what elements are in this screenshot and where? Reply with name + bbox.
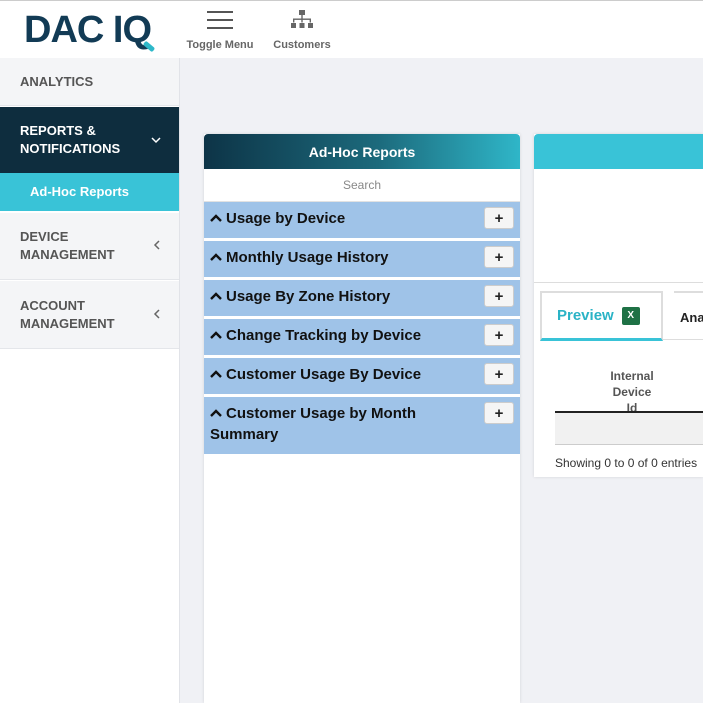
sidebar-item-label: ACCOUNT MANAGEMENT: [20, 297, 115, 331]
report-item[interactable]: Customer Usage By Device +: [204, 358, 520, 397]
search-input[interactable]: [204, 169, 520, 202]
table-empty-row: [555, 413, 703, 445]
report-label: Monthly Usage History: [226, 249, 389, 266]
adhoc-reports-panel: Ad-Hoc Reports Usage by Device + Monthly…: [204, 134, 520, 703]
toggle-menu-label: Toggle Menu: [186, 39, 254, 51]
sidebar-item-analytics[interactable]: ANALYTICS: [0, 58, 179, 106]
tab-analysis-label: Ana: [680, 309, 703, 325]
caret-up-icon: [210, 364, 222, 385]
excel-icon[interactable]: X: [621, 306, 640, 325]
toggle-menu-button[interactable]: Toggle Menu: [186, 1, 254, 59]
org-chart-icon: [290, 1, 314, 39]
report-item[interactable]: Usage By Zone History +: [204, 280, 520, 319]
add-report-button[interactable]: +: [484, 285, 514, 307]
report-item[interactable]: Customer Usage by Month Summary +: [204, 397, 520, 457]
report-item[interactable]: Change Tracking by Device +: [204, 319, 520, 358]
table-footer-info: Showing 0 to 0 of 0 entries: [555, 456, 698, 470]
tab-underline: [663, 339, 703, 340]
tab-preview[interactable]: Preview X: [540, 291, 663, 341]
report-label: Usage By Zone History: [226, 288, 391, 305]
caret-up-icon: [210, 325, 222, 346]
chevron-down-icon: [151, 133, 161, 147]
chevron-left-icon: [153, 239, 161, 253]
tab-analysis[interactable]: Ana: [674, 291, 703, 341]
tab-preview-label: Preview: [557, 307, 614, 324]
hamburger-icon: [207, 1, 233, 39]
dac-iq-logo[interactable]: DAC IQ: [24, 8, 156, 53]
add-report-button[interactable]: +: [484, 402, 514, 424]
sidebar-item-label: DEVICE MANAGEMENT: [20, 229, 115, 262]
sidebar-item-account-management[interactable]: ACCOUNT MANAGEMENT: [0, 281, 179, 349]
top-bar: DAC IQ Toggle Menu Customers: [0, 0, 703, 58]
panel-title: Ad-Hoc Reports: [204, 134, 520, 169]
sidebar-item-reports-notifications[interactable]: REPORTS & NOTIFICATIONS: [0, 107, 179, 173]
sidebar-item-label: ANALYTICS: [20, 73, 94, 89]
add-report-button[interactable]: +: [484, 363, 514, 385]
add-report-button[interactable]: +: [484, 324, 514, 346]
chevron-left-icon: [153, 308, 161, 322]
report-list: Usage by Device + Monthly Usage History …: [204, 202, 520, 457]
report-preview-panel: Preview X Ana Internal Device Id Showing…: [534, 134, 703, 477]
report-label: Customer Usage by Month Summary: [210, 405, 417, 443]
caret-up-icon: [210, 208, 222, 229]
add-report-button[interactable]: +: [484, 246, 514, 268]
divider: [534, 282, 703, 283]
column-header-internal-device-id[interactable]: Internal Device Id: [608, 368, 656, 416]
sidebar-item-label: REPORTS & NOTIFICATIONS: [20, 123, 121, 156]
caret-up-icon: [210, 286, 222, 307]
report-item[interactable]: Monthly Usage History +: [204, 241, 520, 280]
sidebar-item-adhoc-reports[interactable]: Ad-Hoc Reports: [0, 173, 179, 212]
sidebar-item-device-management[interactable]: DEVICE MANAGEMENT: [0, 213, 179, 280]
customers-label: Customers: [273, 39, 331, 51]
report-label: Change Tracking by Device: [226, 327, 422, 344]
report-item[interactable]: Usage by Device +: [204, 202, 520, 241]
caret-up-icon: [210, 403, 222, 424]
sidebar: ANALYTICS REPORTS & NOTIFICATIONS Ad-Hoc…: [0, 58, 180, 703]
caret-up-icon: [210, 247, 222, 268]
report-label: Customer Usage By Device: [226, 366, 422, 383]
report-label: Usage by Device: [226, 210, 346, 227]
add-report-button[interactable]: +: [484, 207, 514, 229]
sidebar-item-label: Ad-Hoc Reports: [30, 184, 129, 199]
customers-button[interactable]: Customers: [272, 1, 332, 59]
logo-text: DAC IQ: [24, 8, 152, 51]
preview-panel-header: [534, 134, 703, 169]
